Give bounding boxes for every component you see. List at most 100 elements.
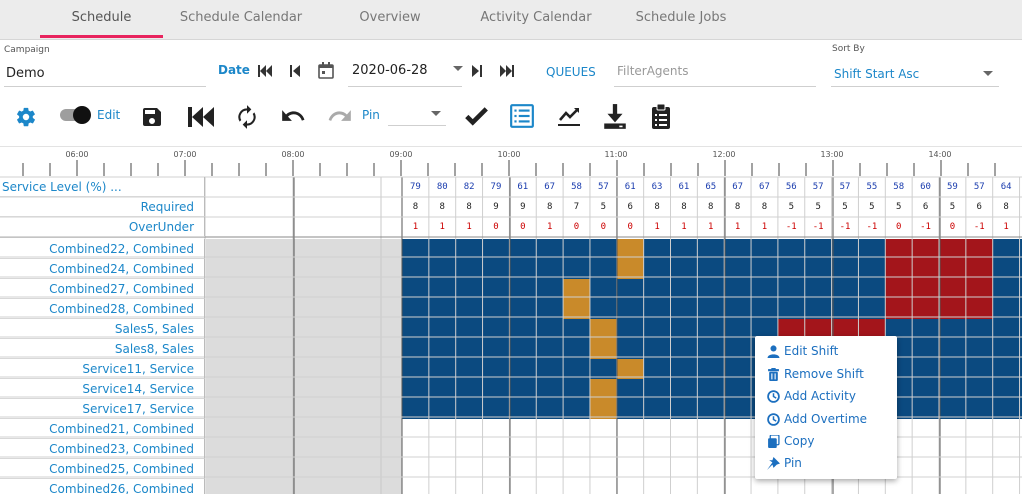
service-level-cell: 67 [759, 182, 770, 192]
overunder-cell: 0 [520, 222, 526, 232]
menu-pin[interactable]: Pin [767, 453, 802, 473]
break-block [616, 359, 644, 379]
break-block [589, 379, 617, 399]
service-level-cell: 80 [436, 182, 448, 192]
service-level-cell: 57 [812, 182, 824, 192]
service-level-cell: 67 [732, 182, 744, 192]
required-cell: 6 [627, 202, 633, 212]
break-block [589, 319, 617, 339]
break-block [616, 239, 644, 259]
overunder-cell: 1 [439, 222, 445, 232]
required-cell: 5 [600, 202, 607, 212]
service-level-cell: 79 [410, 182, 421, 192]
clock-icon [767, 412, 780, 426]
copy-icon [768, 434, 780, 448]
overunder-cell: 0 [493, 222, 499, 232]
user-icon [767, 344, 780, 358]
required-cell: 9 [493, 202, 499, 212]
service-level-cell: 57 [973, 182, 985, 192]
shift-block [402, 399, 1022, 419]
service-level-cell: 58 [893, 182, 905, 192]
overunder-cell: 0 [896, 222, 902, 232]
agent-name[interactable]: Combined22, Combined [0, 239, 205, 259]
required-cell: 8 [708, 202, 714, 212]
menu-add-activity[interactable]: Add Activity [767, 386, 856, 406]
service-level-cell: 61 [624, 182, 636, 192]
break-block [563, 279, 590, 299]
agent-name[interactable]: Service11, Service [0, 359, 205, 379]
overunder-cell: 1 [734, 222, 741, 232]
shift-block [402, 359, 1022, 379]
service-level-cell: 82 [463, 182, 475, 192]
menu-add-overtime[interactable]: Add Overtime [767, 409, 867, 429]
service-level-cell: 61 [678, 182, 690, 192]
overunder-cell: 1 [761, 222, 768, 232]
service-level-cell: 57 [839, 182, 851, 192]
required-cell: 5 [869, 202, 875, 212]
required-cell: 7 [573, 202, 580, 212]
agent-name[interactable]: Service17, Service [0, 399, 205, 419]
menu-label: Copy [784, 434, 815, 448]
overunder-cell: 1 [466, 222, 472, 232]
overunder-cell: 1 [708, 222, 714, 232]
agent-name[interactable]: Combined23, Combined [0, 439, 205, 459]
menu-copy[interactable]: Copy [767, 431, 814, 451]
service-level-cell: 79 [490, 182, 502, 192]
overunder-cell: -1 [785, 222, 797, 232]
overunder-cell: 0 [949, 222, 956, 232]
menu-label: Add Activity [784, 389, 856, 403]
clock-icon [767, 389, 780, 403]
agent-name[interactable]: Combined28, Combined [0, 299, 205, 319]
required-cell: 6 [976, 202, 982, 212]
overunder-cell: -1 [839, 222, 851, 232]
service-level-cell: 67 [544, 182, 556, 192]
service-level-cell: 60 [920, 182, 931, 192]
required-cell: 8 [412, 202, 419, 212]
shift-block [402, 339, 1022, 359]
overunder-cell: -1 [866, 222, 878, 232]
agent-name[interactable]: Service14, Service [0, 379, 205, 399]
agent-name[interactable]: Combined24, Combined [0, 259, 205, 279]
required-cell: 8 [654, 202, 660, 212]
required-cell: 9 [520, 202, 526, 212]
required-cell: 5 [788, 202, 795, 212]
required-cell: 8 [1003, 202, 1009, 212]
agent-name[interactable]: Sales5, Sales [0, 319, 205, 339]
required-cell: 8 [466, 202, 472, 212]
menu-label: Pin [784, 456, 802, 470]
service-level-cell: 55 [866, 182, 878, 192]
break-block [616, 259, 644, 279]
overunder-label: OverUnder [0, 217, 205, 237]
service-level-cell: 61 [517, 182, 529, 192]
service-level-cell: 56 [785, 182, 797, 192]
required-cell: 5 [896, 202, 902, 212]
required-label: Required [0, 197, 205, 217]
overunder-cell: -1 [920, 222, 931, 232]
overunder-cell: 1 [681, 222, 687, 232]
service-level-cell: 63 [651, 182, 663, 192]
menu-remove-shift[interactable]: Remove Shift [767, 364, 864, 384]
required-cell: 5 [842, 202, 848, 212]
service-level-cell: 64 [1000, 182, 1012, 192]
service-level-label: Service Level (%) ... [0, 177, 205, 197]
context-menu: Edit Shift Remove Shift Add Activity Add… [755, 336, 897, 479]
agent-name[interactable]: Combined27, Combined [0, 279, 205, 299]
required-cell: 8 [734, 202, 741, 212]
service-level-cell: 58 [571, 182, 582, 192]
required-cell: 8 [439, 202, 445, 212]
agent-name[interactable]: Combined25, Combined [0, 459, 205, 479]
agent-name[interactable]: Sales8, Sales [0, 339, 205, 359]
required-cell: 6 [922, 202, 929, 212]
break-block [589, 399, 617, 419]
menu-label: Add Overtime [784, 412, 868, 426]
overunder-cell: 0 [573, 222, 580, 232]
overunder-cell: 0 [627, 222, 633, 232]
break-block [563, 299, 590, 319]
required-cell: 5 [815, 202, 821, 212]
break-block [589, 339, 617, 359]
menu-label: Remove Shift [784, 367, 864, 381]
overunder-cell: -1 [812, 222, 824, 232]
agent-name[interactable]: Combined21, Combined [0, 419, 205, 439]
menu-edit-shift[interactable]: Edit Shift [767, 341, 838, 361]
agent-name[interactable]: Combined26, Combined [0, 479, 205, 494]
